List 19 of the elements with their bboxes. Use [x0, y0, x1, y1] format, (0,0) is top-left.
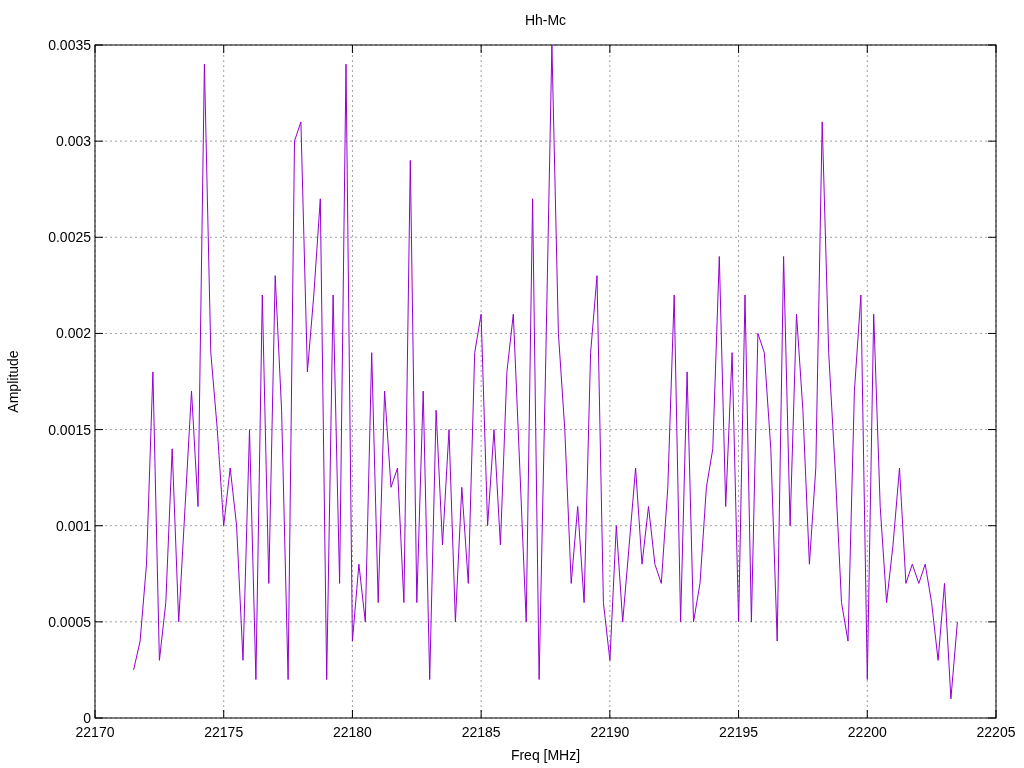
y-tick-label: 0.003 — [55, 133, 91, 150]
x-tick-label: 22175 — [204, 724, 244, 740]
x-tick-label: 22195 — [719, 724, 759, 740]
y-tick-label: 0.0005 — [48, 613, 91, 630]
y-tick-label: 0.002 — [55, 325, 91, 342]
x-axis-label: Freq [MHz] — [510, 747, 581, 763]
x-tick-label: 22180 — [332, 724, 372, 740]
x-tick-label: 22170 — [75, 724, 115, 740]
y-tick-label: 0.0035 — [48, 37, 91, 53]
chart-title: Hh-Mc — [524, 12, 567, 28]
x-tick-label: 22185 — [461, 724, 501, 740]
x-tick-label: 22200 — [847, 724, 887, 740]
y-tick-label: 0.001 — [55, 517, 91, 534]
y-tick-label: 0.0025 — [48, 229, 91, 246]
x-tick-label: 22190 — [590, 724, 630, 740]
y-axis-label: Amplitude — [5, 350, 21, 413]
x-tick-label: 22205 — [976, 724, 1016, 740]
y-tick-label: 0.0015 — [48, 421, 91, 438]
y-tick-label: 0 — [83, 710, 91, 726]
